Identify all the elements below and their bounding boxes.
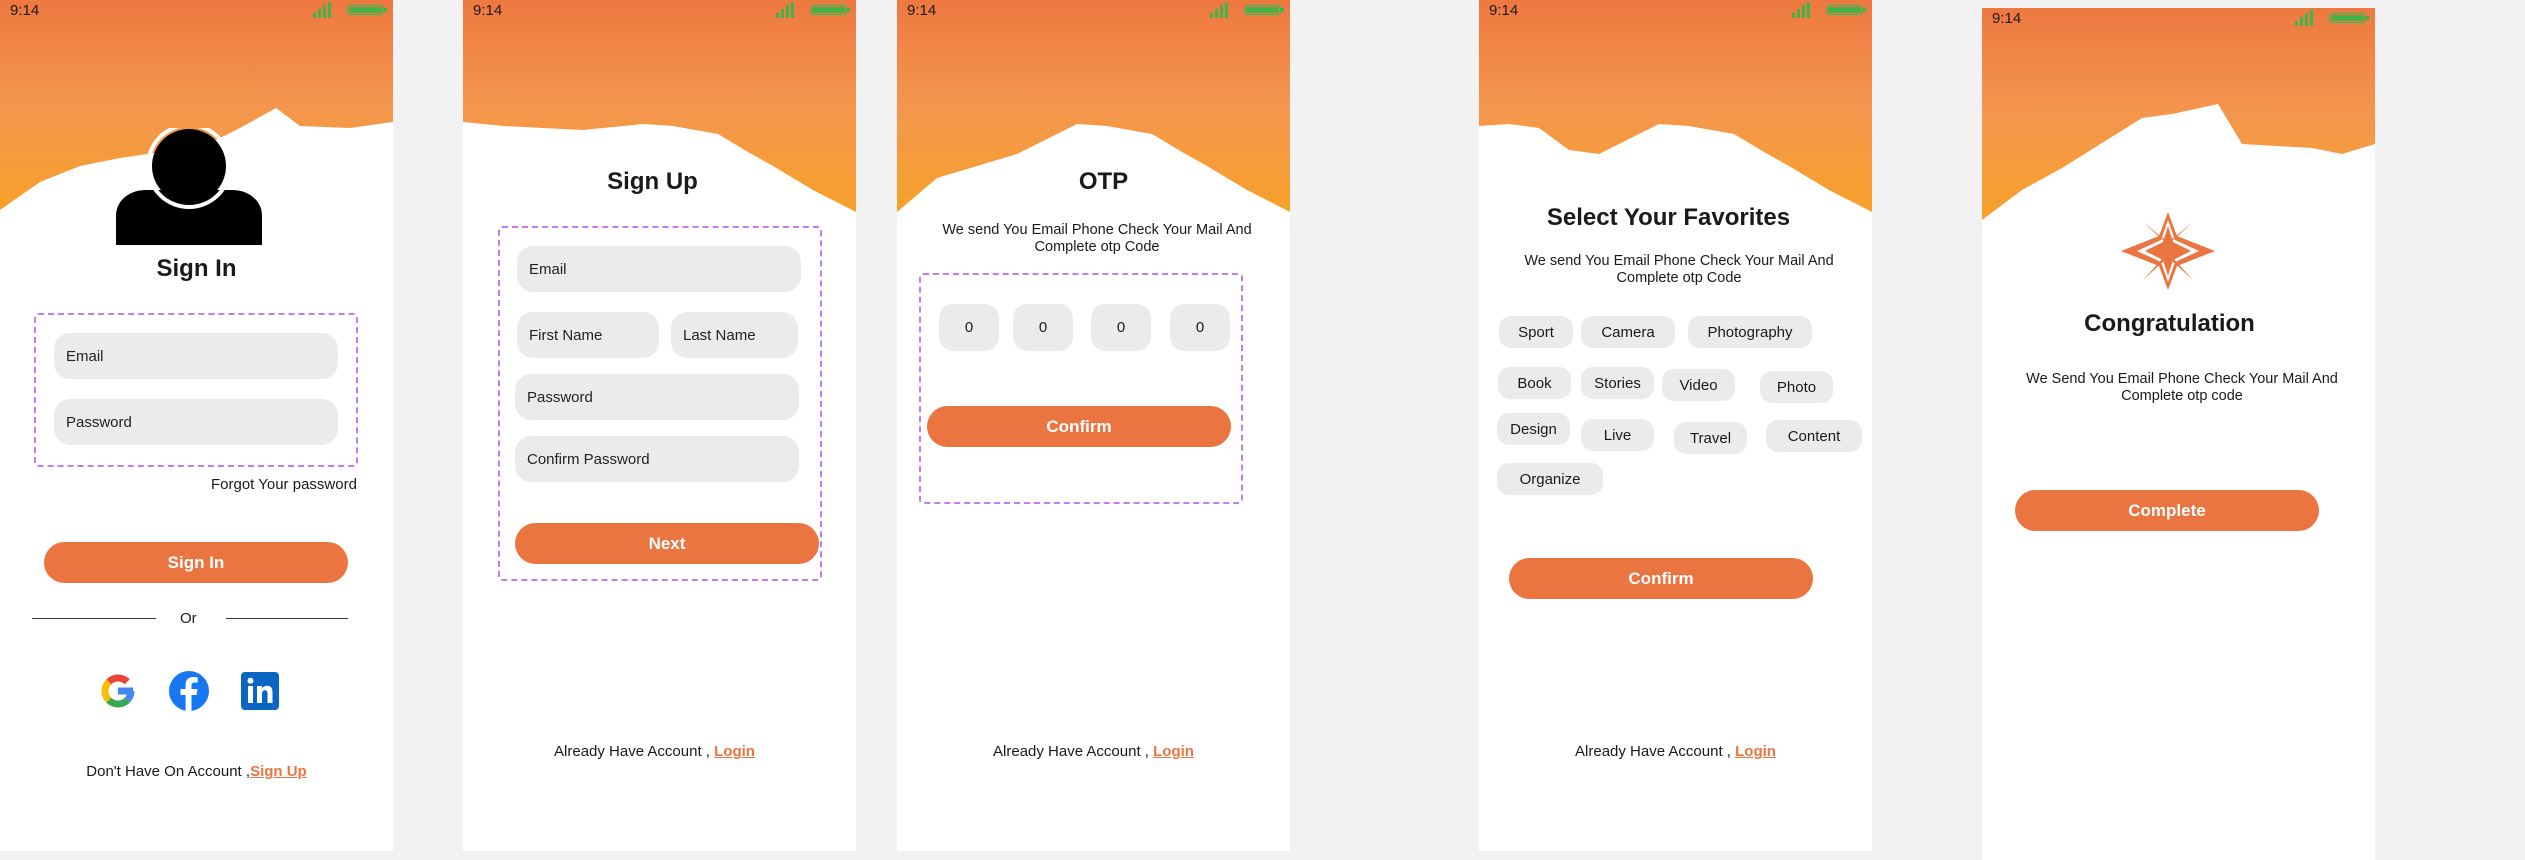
signal-icon <box>776 2 794 18</box>
otp-digit-3[interactable]: 0 <box>1091 304 1151 351</box>
chip-sport[interactable]: Sport <box>1499 316 1573 348</box>
chip-stories[interactable]: Stories <box>1581 367 1654 399</box>
congrats-description: We Send You Email Phone Check Your Mail … <box>2026 371 2338 404</box>
signin-screen: 9:14 Sign In Email Password Forgot Your … <box>0 0 393 851</box>
battery-icon <box>1826 5 1866 15</box>
login-prompt-text: Already Have Account , <box>1575 743 1731 760</box>
divider-right <box>226 618 348 619</box>
status-time: 9:14 <box>1992 10 2022 27</box>
status-time: 9:14 <box>1489 2 1519 19</box>
status-bar: 9:14 <box>1982 8 2375 32</box>
battery-icon <box>810 5 850 15</box>
user-avatar-icon <box>116 128 262 245</box>
signal-icon <box>1792 2 1810 18</box>
page-title: Sign Up <box>607 168 698 195</box>
congrats-screen: 9:14 Congratulation We Send You Email Ph… <box>1982 8 2375 860</box>
login-prompt-text: Already Have Account , <box>993 743 1149 760</box>
status-bar: 9:14 <box>0 0 393 24</box>
last-name-field[interactable]: Last Name <box>671 312 798 358</box>
header-wave <box>1982 8 2375 220</box>
page-title: Congratulation <box>2084 310 2255 337</box>
status-time: 9:14 <box>473 2 503 19</box>
chip-live[interactable]: Live <box>1581 419 1654 451</box>
divider-left <box>32 618 156 619</box>
chip-photography[interactable]: Photography <box>1688 316 1812 348</box>
email-field[interactable]: Email <box>517 246 801 292</box>
next-button[interactable]: Next <box>515 523 819 564</box>
chip-camera[interactable]: Camera <box>1581 316 1675 348</box>
chip-design[interactable]: Design <box>1497 413 1570 445</box>
page-title: Select Your Favorites <box>1546 204 1791 231</box>
signup-link[interactable]: Sign Up <box>250 763 307 780</box>
page-title: Sign In <box>156 255 237 282</box>
login-prompt-text: Already Have Account , <box>554 743 710 760</box>
otp-digit-2[interactable]: 0 <box>1013 304 1073 351</box>
password-field[interactable]: Password <box>515 374 799 420</box>
facebook-icon[interactable] <box>168 670 210 712</box>
login-link[interactable]: Login <box>714 743 755 760</box>
signup-screen: 9:14 Sign Up Email First Name Last Name … <box>463 0 856 851</box>
login-prompt: Already Have Account , Login <box>1479 743 1872 760</box>
otp-description: We send You Email Phone Check Your Mail … <box>942 222 1252 255</box>
google-icon[interactable] <box>97 670 139 712</box>
chip-travel[interactable]: Travel <box>1674 422 1747 454</box>
favorites-screen: 9:14 Select Your Favorites We send You E… <box>1479 0 1872 851</box>
chip-photo[interactable]: Photo <box>1760 371 1833 403</box>
chip-book[interactable]: Book <box>1498 367 1571 399</box>
login-link[interactable]: Login <box>1153 743 1194 760</box>
signal-icon <box>1210 2 1228 18</box>
chip-organize[interactable]: Organize <box>1497 463 1603 495</box>
battery-icon <box>347 5 387 15</box>
otp-screen: 9:14 OTP We send You Email Phone Check Y… <box>897 0 1290 851</box>
status-bar: 9:14 <box>897 0 1290 24</box>
email-field[interactable]: Email <box>54 333 338 379</box>
signup-prompt: Don't Have On Account ,Sign Up <box>0 763 393 780</box>
battery-icon <box>2329 13 2369 23</box>
or-label: Or <box>180 610 197 627</box>
forgot-password-link[interactable]: Forgot Your password <box>211 476 357 493</box>
status-bar: 9:14 <box>463 0 856 24</box>
status-time: 9:14 <box>907 2 937 19</box>
page-title: OTP <box>1078 168 1129 195</box>
header-wave <box>1479 0 1872 212</box>
signal-icon <box>313 2 331 18</box>
star-badge-icon <box>2121 212 2215 290</box>
linkedin-icon[interactable] <box>241 672 279 710</box>
chip-video[interactable]: Video <box>1662 369 1735 401</box>
signal-icon <box>2295 10 2313 26</box>
favorites-description: We send You Email Phone Check Your Mail … <box>1524 253 1834 286</box>
confirm-button[interactable]: Confirm <box>1509 558 1813 599</box>
login-prompt: Already Have Account , Login <box>897 743 1290 760</box>
login-link[interactable]: Login <box>1735 743 1776 760</box>
complete-button[interactable]: Complete <box>2015 490 2319 531</box>
otp-digit-4[interactable]: 0 <box>1170 304 1230 351</box>
status-time: 9:14 <box>10 2 40 19</box>
signup-prompt-text: Don't Have On Account , <box>86 763 251 780</box>
first-name-field[interactable]: First Name <box>517 312 659 358</box>
confirm-button[interactable]: Confirm <box>927 406 1231 447</box>
chip-content[interactable]: Content <box>1766 420 1862 452</box>
signin-button[interactable]: Sign In <box>44 542 348 583</box>
confirm-password-field[interactable]: Confirm Password <box>515 436 799 482</box>
battery-icon <box>1244 5 1284 15</box>
status-bar: 9:14 <box>1479 0 1872 24</box>
password-field[interactable]: Password <box>54 399 338 445</box>
login-prompt: Already Have Account , Login <box>463 743 851 760</box>
otp-digit-1[interactable]: 0 <box>939 304 999 351</box>
